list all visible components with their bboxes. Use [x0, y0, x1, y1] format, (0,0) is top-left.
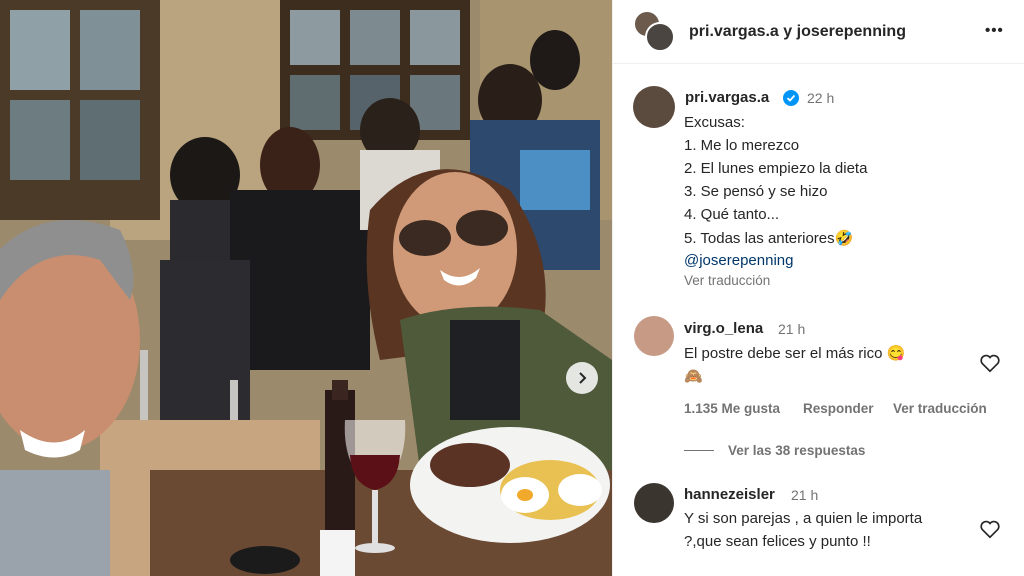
caption-translate-link[interactable]: Ver traducción — [684, 273, 770, 288]
comment-text: Y si son parejas , a quien le importa — [684, 510, 923, 527]
comment-avatar[interactable] — [634, 316, 674, 356]
like-comment-heart-icon[interactable] — [979, 518, 1001, 540]
comment-likes[interactable]: 1.135 Me gusta — [684, 401, 780, 416]
comment-time: 21 h — [778, 321, 806, 337]
verified-badge-icon — [783, 90, 799, 106]
more-options-button[interactable]: ••• — [985, 22, 1004, 39]
caption-line: Excusas: — [684, 114, 745, 131]
caption-line: 4. Qué tanto... — [684, 206, 780, 223]
instagram-post-view: pri.vargas.a y joserepenning ••• pri.var… — [0, 0, 1024, 576]
like-comment-heart-icon[interactable] — [979, 352, 1001, 374]
coauthor-avatar[interactable] — [645, 22, 675, 52]
caption-time: 22 h — [807, 90, 835, 106]
next-photo-button[interactable] — [566, 362, 598, 394]
comment-text: El postre debe ser el más rico 😋 — [684, 345, 906, 362]
caption-line: 2. El lunes empiezo la dieta — [684, 160, 868, 177]
caption-line: 5. Todas las anteriores🤣 — [684, 230, 854, 247]
caption-author-avatar[interactable] — [633, 86, 675, 128]
chevron-right-icon — [579, 372, 587, 384]
restaurant-selfie-image — [0, 0, 612, 576]
view-replies-button[interactable]: Ver las 38 respuestas — [728, 443, 865, 458]
view-replies-divider — [684, 450, 714, 451]
reply-button[interactable]: Responder — [803, 401, 874, 416]
comment-avatar[interactable] — [634, 483, 674, 523]
header-title[interactable]: pri.vargas.a y joserepenning — [689, 23, 906, 41]
comment-time: 21 h — [791, 487, 819, 503]
post-header: pri.vargas.a y joserepenning ••• — [613, 0, 1024, 64]
comment-username[interactable]: virg.o_lena — [684, 320, 763, 337]
comment-translate-link[interactable]: Ver traducción — [893, 401, 987, 416]
caption-line: 3. Se pensó y se hizo — [684, 183, 828, 200]
post-photo[interactable] — [0, 0, 612, 576]
comment-text: 🙈 — [684, 368, 703, 385]
comment-username[interactable]: hannezeisler — [684, 486, 775, 503]
caption-author-name[interactable]: pri.vargas.a — [685, 89, 769, 106]
comment-text: ?,que sean felices y punto !! — [684, 533, 871, 550]
caption-line: 1. Me lo merezco — [684, 137, 800, 154]
mention-link[interactable]: @joserepenning — [684, 252, 793, 269]
